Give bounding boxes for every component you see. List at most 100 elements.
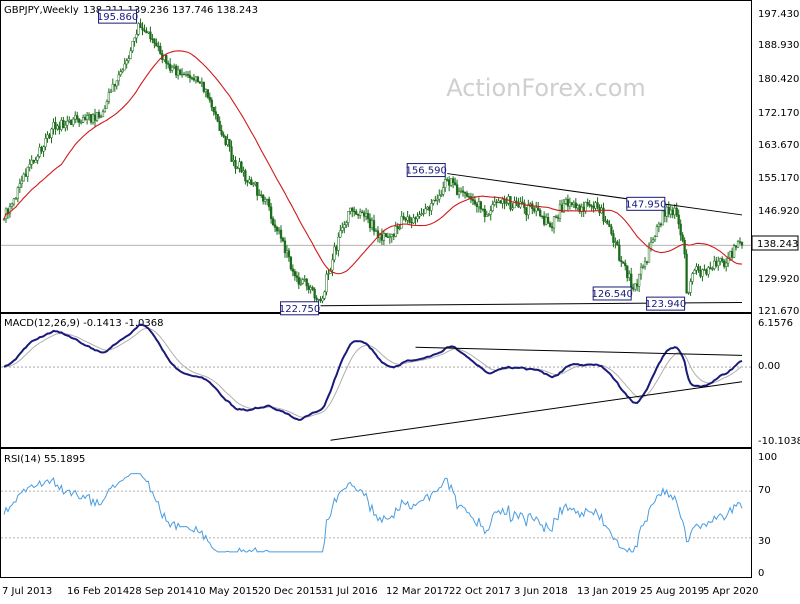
candle-body — [568, 202, 572, 207]
candle-body — [440, 194, 443, 196]
candle-body — [398, 227, 401, 230]
candle-body — [171, 66, 174, 71]
candle-body — [703, 269, 706, 271]
candle-body — [624, 263, 627, 267]
candle-body — [659, 223, 663, 226]
candle-body — [596, 202, 599, 208]
price-tick-label: 121.670 — [758, 306, 799, 317]
candle-body — [461, 190, 465, 193]
candle-body — [232, 159, 235, 162]
candle-body — [673, 207, 676, 216]
candle-body — [679, 223, 682, 236]
candle-body — [521, 201, 524, 204]
candle-body — [147, 31, 150, 34]
candle-body — [734, 245, 738, 248]
candle-body — [616, 241, 619, 246]
candle-body — [127, 58, 130, 61]
candle-body — [97, 112, 101, 118]
x-tick-label: 25 Aug 2019 — [640, 586, 704, 597]
chart-root: ActionForex.com GBPJPY,Weekly 138.211 13… — [0, 0, 800, 600]
candle-body — [222, 134, 225, 137]
candle-body — [345, 222, 348, 225]
candle-body — [434, 199, 437, 202]
current-price-marker: 138.243 — [751, 235, 799, 251]
candle-body — [242, 170, 245, 173]
candle-body — [358, 211, 362, 216]
candle-body — [465, 192, 469, 197]
candle-body — [93, 114, 97, 121]
candle-body — [256, 182, 259, 196]
annotation-label: 147.950 — [625, 199, 666, 210]
candle-body — [610, 226, 613, 234]
candle-body — [550, 226, 554, 229]
x-tick-label: 13 Jan 2019 — [577, 586, 637, 597]
candle-body — [307, 285, 310, 290]
candle-body — [10, 203, 14, 207]
candle-body — [362, 212, 366, 217]
candle-body — [194, 76, 198, 81]
candle-body — [339, 230, 342, 238]
candle-body — [713, 260, 716, 269]
candle-body — [214, 111, 217, 115]
candle-body — [186, 74, 190, 76]
rsi-tick-label: 100 — [758, 452, 777, 463]
candle-body — [467, 196, 471, 198]
candle-body — [426, 206, 429, 210]
candle-body — [137, 23, 140, 35]
candle-body — [394, 226, 397, 237]
candle-body — [267, 198, 271, 208]
candle-body — [533, 208, 536, 212]
candle-body — [576, 205, 579, 209]
candle-body — [592, 205, 595, 209]
candle-body — [212, 106, 215, 112]
watermark: ActionForex.com — [446, 74, 646, 102]
candle-body — [382, 233, 386, 241]
candle-body — [390, 234, 393, 237]
candle-body — [634, 283, 637, 290]
candle-body — [240, 161, 243, 173]
candle-body — [167, 63, 170, 65]
candle-body — [281, 238, 285, 242]
candle-body — [107, 92, 111, 102]
candle-body — [141, 27, 144, 31]
candle-body — [226, 139, 229, 145]
candle-body — [202, 81, 205, 92]
candle-body — [275, 227, 279, 232]
candle-body — [450, 178, 453, 186]
candle-body — [489, 210, 492, 215]
candle-body — [42, 146, 45, 152]
candle-body — [691, 273, 694, 282]
candle-body — [305, 278, 308, 287]
candle-body — [133, 37, 136, 42]
candle-body — [262, 194, 265, 202]
annotation-label: 126.540 — [591, 289, 632, 300]
candle-body — [368, 218, 372, 228]
candle-body — [105, 101, 109, 109]
candle-body — [12, 198, 16, 205]
candle-body — [297, 277, 300, 285]
x-tick-label: 28 Sep 2014 — [129, 586, 192, 597]
candle-body — [101, 111, 105, 118]
candle-body — [669, 209, 672, 215]
candle-body — [360, 211, 364, 214]
candle-body — [687, 292, 690, 294]
candle-body — [503, 199, 506, 204]
candle-body — [416, 216, 419, 220]
candle-body — [14, 198, 18, 200]
candle-body — [505, 202, 508, 205]
candle-body — [273, 224, 277, 228]
candle-body — [99, 116, 103, 118]
candle-body — [103, 108, 107, 113]
candle-body — [582, 206, 585, 212]
candle-body — [527, 204, 530, 216]
candle-body — [594, 202, 597, 209]
candle-body — [444, 179, 447, 188]
candle-body — [190, 77, 194, 79]
candle-body — [701, 269, 704, 277]
candle-body — [279, 229, 283, 239]
candle-body — [655, 226, 659, 237]
candle-body — [135, 34, 138, 39]
candle-body — [493, 201, 496, 205]
candle-body — [351, 207, 354, 212]
candle-body — [30, 159, 33, 165]
